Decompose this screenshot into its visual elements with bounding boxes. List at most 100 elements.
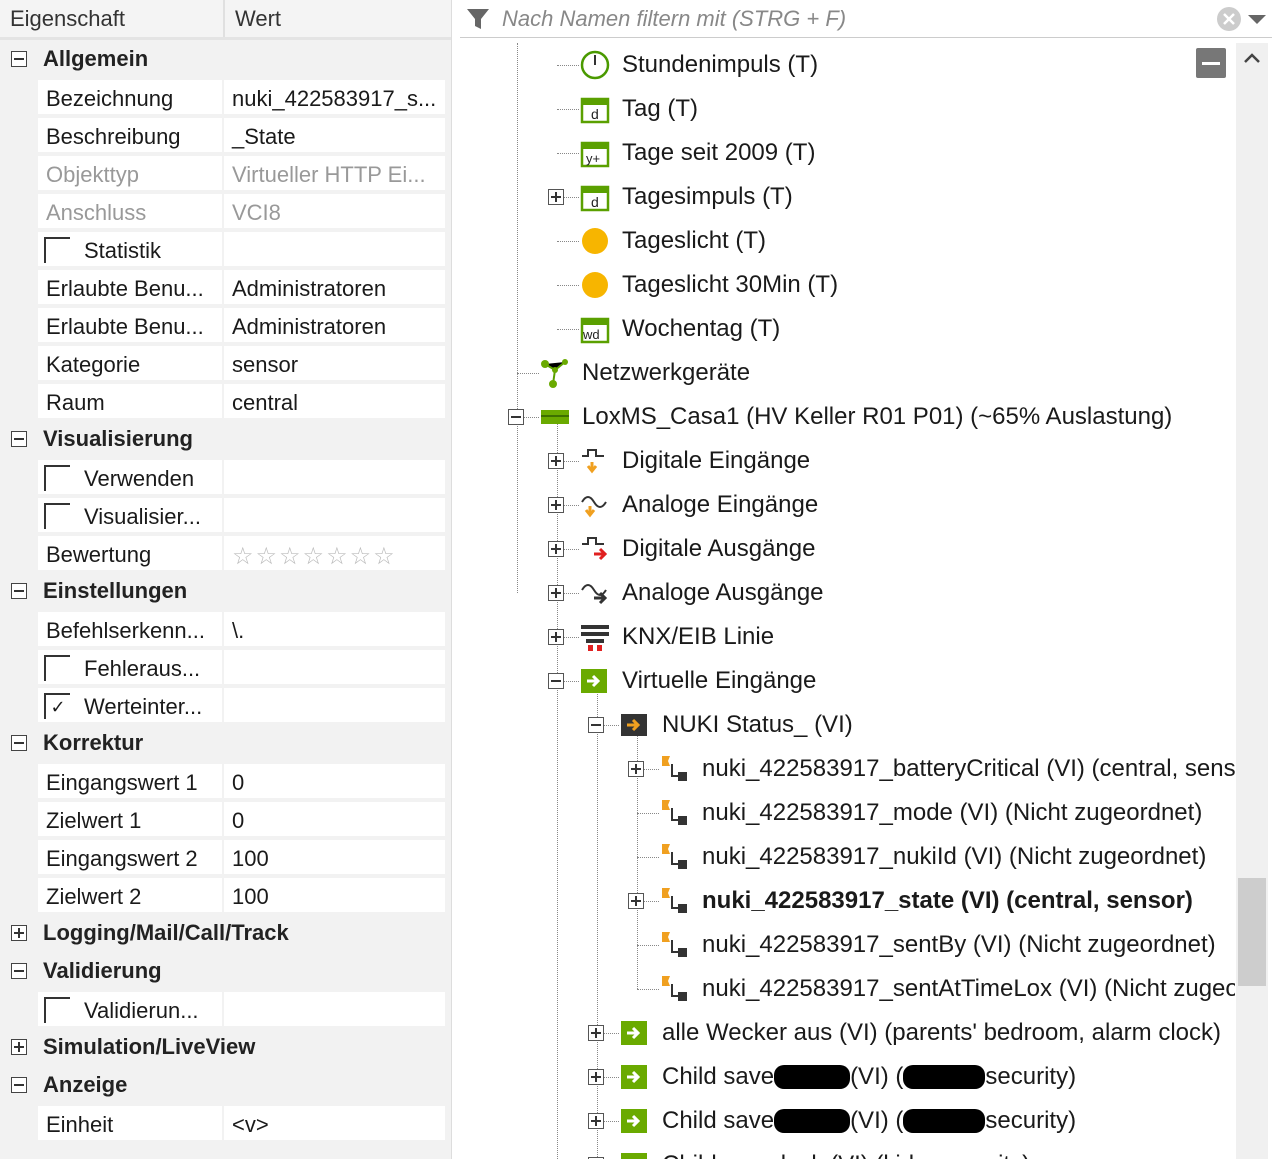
checkbox[interactable]	[44, 465, 70, 492]
expand-icon[interactable]	[628, 761, 644, 777]
tree-item[interactable]: Netzwerkgeräte	[540, 351, 750, 395]
scrollbar-thumb[interactable]	[1238, 878, 1266, 986]
property-value[interactable]: central	[224, 384, 445, 418]
object-tree-panel: Nach Namen filtern mit (STRG + F) Stunde…	[460, 0, 1272, 1159]
chevron-down-icon[interactable]	[1242, 6, 1272, 32]
property-value[interactable]	[224, 460, 445, 494]
property-value[interactable]: _State	[224, 118, 445, 152]
tree-item[interactable]: nuki_422583917_sentBy (VI) (Nicht zugeor…	[660, 923, 1216, 967]
tree-item[interactable]: Analoge Eingänge	[580, 483, 818, 527]
tree-item[interactable]: Stundenimpuls (T)	[580, 43, 818, 87]
tree-guide-line	[557, 109, 579, 110]
tree-item[interactable]: Child save (VI) ( security)	[620, 1099, 1076, 1143]
tree-item[interactable]: Digitale Ausgänge	[580, 527, 815, 571]
property-value[interactable]	[224, 498, 445, 532]
expand-icon[interactable]	[548, 585, 564, 601]
collapse-icon[interactable]	[11, 963, 27, 979]
tree-item[interactable]: NUKI Status_ (VI)	[620, 703, 853, 747]
tree-item[interactable]: KNX/EIB Linie	[580, 615, 774, 659]
category-logging-mail-call-track[interactable]: Logging/Mail/Call/Track	[0, 914, 451, 952]
property-row: Bezeichnung nuki_422583917_s...	[0, 78, 451, 116]
tree-row: nuki_422583917_nukiId (VI) (Nicht zugeor…	[460, 835, 1235, 879]
tree-item[interactable]: wd Wochentag (T)	[580, 307, 780, 351]
property-name: Zielwert 2	[38, 878, 222, 912]
command-icon	[660, 974, 690, 1004]
filter-input[interactable]: Nach Namen filtern mit (STRG + F)	[492, 6, 1216, 32]
category-simulation-liveview[interactable]: Simulation/LiveView	[0, 1028, 451, 1066]
tree-item[interactable]: Child save lock (VI) (kids, security)	[620, 1143, 1030, 1159]
tree-item[interactable]: d Tagesimpuls (T)	[580, 175, 793, 219]
collapse-icon[interactable]	[548, 673, 564, 689]
column-header-name[interactable]: Eigenschaft	[0, 0, 225, 37]
tree-item[interactable]: Digitale Eingänge	[580, 439, 810, 483]
expand-icon[interactable]	[548, 629, 564, 645]
tree-item[interactable]: nuki_422583917_sentAtTimeLox (VI) (Nicht…	[660, 967, 1235, 1011]
category-visualisierung[interactable]: Visualisierung	[0, 420, 451, 458]
expand-icon[interactable]	[588, 1025, 604, 1041]
expand-icon[interactable]	[11, 925, 27, 941]
tree-item[interactable]: nuki_422583917_nukiId (VI) (Nicht zugeor…	[660, 835, 1206, 879]
clear-filter-icon[interactable]	[1216, 6, 1242, 32]
collapse-icon[interactable]	[588, 717, 604, 733]
collapse-icon[interactable]	[508, 409, 524, 425]
property-value[interactable]: nuki_422583917_s...	[224, 80, 445, 114]
scroll-up-icon[interactable]	[1236, 43, 1268, 73]
property-value[interactable]	[224, 688, 445, 722]
property-value[interactable]: Administratoren	[224, 270, 445, 304]
property-value[interactable]	[224, 650, 445, 684]
expand-icon[interactable]	[548, 541, 564, 557]
property-value[interactable]: <v>	[224, 1106, 445, 1140]
tree-item[interactable]: Analoge Ausgänge	[580, 571, 824, 615]
expand-icon[interactable]	[628, 893, 644, 909]
expand-icon[interactable]	[588, 1069, 604, 1085]
category-anzeige[interactable]: Anzeige	[0, 1066, 451, 1104]
property-value[interactable]: 0	[224, 764, 445, 798]
tree-item[interactable]: nuki_422583917_batteryCritical (VI) (cen…	[660, 747, 1235, 791]
tree-item[interactable]: alle Wecker aus (VI) (parents' bedroom, …	[620, 1011, 1221, 1055]
expand-icon[interactable]	[548, 497, 564, 513]
property-value[interactable]: ☆☆☆☆☆☆☆	[224, 536, 445, 570]
property-value[interactable]: 100	[224, 878, 445, 912]
expand-icon[interactable]	[11, 1039, 27, 1055]
tree-item[interactable]: Tageslicht 30Min (T)	[580, 263, 838, 307]
tree-scrollbar[interactable]	[1236, 43, 1268, 1159]
expand-icon[interactable]	[548, 453, 564, 469]
expand-icon[interactable]	[548, 189, 564, 205]
collapse-icon[interactable]	[11, 51, 27, 67]
column-header-value[interactable]: Wert	[225, 0, 291, 37]
collapse-icon[interactable]	[11, 1077, 27, 1093]
checkbox[interactable]	[44, 655, 70, 682]
property-row: Fehleraus...	[0, 648, 451, 686]
category-korrektur[interactable]: Korrektur	[0, 724, 451, 762]
property-value[interactable]: sensor	[224, 346, 445, 380]
tree-item[interactable]: Child save (VI) ( security)	[620, 1055, 1076, 1099]
tree-item[interactable]: nuki_422583917_state (VI) (central, sens…	[660, 879, 1193, 923]
checkbox[interactable]	[44, 237, 70, 264]
category-validierung[interactable]: Validierung	[0, 952, 451, 990]
network-icon	[540, 358, 570, 388]
collapse-icon[interactable]	[11, 735, 27, 751]
tree-item[interactable]: LoxMS_Casa1 (HV Keller R01 P01) (~65% Au…	[540, 395, 1172, 439]
expand-icon[interactable]	[588, 1113, 604, 1129]
checkbox[interactable]	[44, 997, 70, 1024]
category-allgemein[interactable]: Allgemein	[0, 40, 451, 78]
collapse-icon[interactable]	[11, 583, 27, 599]
tree-item[interactable]: Tageslicht (T)	[580, 219, 766, 263]
checkbox[interactable]: ✓	[44, 693, 70, 720]
collapse-all-button[interactable]	[1196, 48, 1226, 78]
property-value[interactable]: 0	[224, 802, 445, 836]
property-value[interactable]	[224, 992, 445, 1026]
tree-item[interactable]: nuki_422583917_mode (VI) (Nicht zugeordn…	[660, 791, 1202, 835]
tree-row: d Tagesimpuls (T)	[460, 175, 1235, 219]
tree-item[interactable]: d Tag (T)	[580, 87, 698, 131]
property-value[interactable]	[224, 232, 445, 266]
collapse-icon[interactable]	[11, 431, 27, 447]
property-value[interactable]: 100	[224, 840, 445, 874]
category-einstellungen[interactable]: Einstellungen	[0, 572, 451, 610]
property-value[interactable]: Administratoren	[224, 308, 445, 342]
tree-item[interactable]: Virtuelle Eingänge	[580, 659, 816, 703]
tree-item[interactable]: y+ Tage seit 2009 (T)	[580, 131, 815, 175]
property-value[interactable]: \.	[224, 612, 445, 646]
tree-row: y+ Tage seit 2009 (T)	[460, 131, 1235, 175]
checkbox[interactable]	[44, 503, 70, 530]
